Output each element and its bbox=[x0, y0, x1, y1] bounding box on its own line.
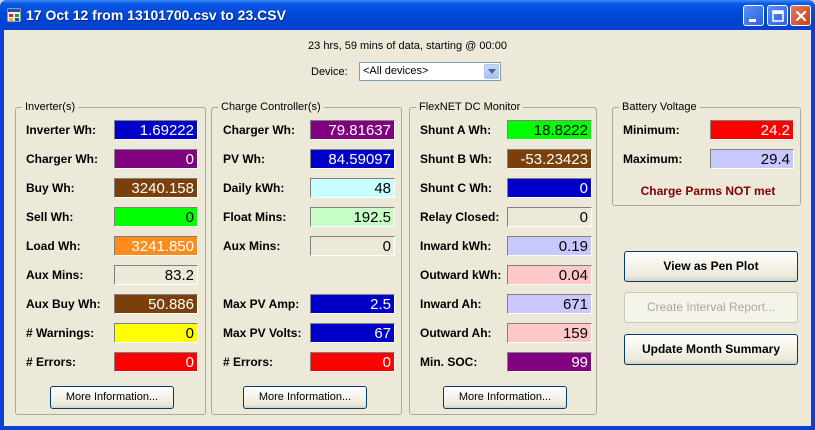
view-pen-plot-button[interactable]: View as Pen Plot bbox=[624, 251, 798, 282]
flexnet-group-title: FlexNET DC Monitor bbox=[416, 101, 524, 113]
flexnet-value-box: -53.23423 bbox=[507, 149, 592, 169]
main-panel: 23 hrs, 59 mins of data, starting @ 00:0… bbox=[4, 30, 811, 426]
flexnet-row-label: Inward kWh: bbox=[420, 239, 492, 253]
flexnet-value-box: 671 bbox=[507, 294, 592, 314]
maximize-icon bbox=[772, 10, 784, 22]
charge-row-label: Daily kWh: bbox=[223, 181, 285, 195]
create-interval-report-button[interactable]: Create Interval Report... bbox=[624, 292, 798, 323]
flexnet-value-box: 18.8222 bbox=[507, 120, 592, 140]
inverter-value-box: 0 bbox=[114, 323, 198, 343]
inverter-row-label: Inverter Wh: bbox=[26, 123, 97, 137]
charge-controller-more-info-button[interactable]: More Information... bbox=[243, 386, 367, 409]
battery-row-label: Maximum: bbox=[623, 152, 683, 166]
flexnet-value-box: 0 bbox=[507, 207, 592, 227]
charge-row-label: Charger Wh: bbox=[223, 123, 295, 137]
inverter-value-box: 3240.158 bbox=[114, 178, 198, 198]
charge-parms-warning: Charge Parms NOT met bbox=[640, 184, 776, 198]
inverter-row-label: Aux Buy Wh: bbox=[26, 297, 101, 311]
battery-value-box: 29.4 bbox=[710, 149, 794, 169]
flexnet-value-box: 159 bbox=[507, 323, 592, 343]
device-label: Device: bbox=[311, 66, 348, 78]
inverter-value-box: 0 bbox=[114, 149, 198, 169]
inverter-row-label: Sell Wh: bbox=[26, 210, 74, 224]
close-icon bbox=[795, 10, 807, 22]
charge-value-box: 48 bbox=[310, 178, 395, 198]
flexnet-row-label: Shunt B Wh: bbox=[420, 152, 492, 166]
charge-value-box: 2.5 bbox=[310, 294, 395, 314]
charge-value-box: 84.59097 bbox=[310, 149, 395, 169]
flexnet-row-label: Inward Ah: bbox=[420, 297, 482, 311]
inverter-row-label: # Errors: bbox=[26, 355, 77, 369]
inverter-row-label: Buy Wh: bbox=[26, 181, 75, 195]
inverter-row-label: Load Wh: bbox=[26, 239, 81, 253]
update-month-summary-button[interactable]: Update Month Summary bbox=[624, 334, 798, 365]
charge-controller-group-title: Charge Controller(s) bbox=[218, 101, 324, 113]
close-button[interactable] bbox=[790, 5, 811, 26]
inverter-row-label: Charger Wh: bbox=[26, 152, 98, 166]
battery-value-box: 24.2 bbox=[710, 120, 794, 140]
inverter-group-title: Inverter(s) bbox=[22, 101, 79, 113]
inverter-value-box: 0 bbox=[114, 207, 198, 227]
charge-value-box: 192.5 bbox=[310, 207, 395, 227]
charge-value-box: 0 bbox=[310, 236, 395, 256]
inverter-value-box: 3241.850 bbox=[114, 236, 198, 256]
charge-value-box: 67 bbox=[310, 323, 395, 343]
charge-row-label: Max PV Volts: bbox=[223, 326, 302, 340]
data-summary-text: 23 hrs, 59 mins of data, starting @ 00:0… bbox=[308, 40, 507, 52]
flexnet-value-box: 99 bbox=[507, 352, 592, 372]
dropdown-arrow-button[interactable] bbox=[484, 64, 499, 79]
flexnet-row-label: Outward Ah: bbox=[420, 326, 492, 340]
charge-row-label: Aux Mins: bbox=[223, 239, 281, 253]
inverter-value-box: 83.2 bbox=[114, 265, 198, 285]
minimize-icon bbox=[749, 19, 756, 22]
minimize-button[interactable] bbox=[743, 5, 764, 26]
inverter-row-label: Aux Mins: bbox=[26, 268, 84, 282]
flexnet-row-label: Shunt C Wh: bbox=[420, 181, 492, 195]
flexnet-row-label: Relay Closed: bbox=[420, 210, 500, 224]
flexnet-value-box: 0.04 bbox=[507, 265, 592, 285]
charge-row-label: # Errors: bbox=[223, 355, 274, 369]
charge-row-label: PV Wh: bbox=[223, 152, 265, 166]
flexnet-row-label: Min. SOC: bbox=[420, 355, 478, 369]
charge-row-label: Float Mins: bbox=[223, 210, 287, 224]
title-bar[interactable]: 17 Oct 12 from 13101700.csv to 23.CSV bbox=[0, 0, 815, 30]
charge-value-box: 79.81637 bbox=[310, 120, 395, 140]
flexnet-row-label: Outward kWh: bbox=[420, 268, 502, 282]
device-dropdown[interactable]: <All devices> bbox=[359, 62, 501, 81]
inverter-value-box: 50.886 bbox=[114, 294, 198, 314]
inverter-row-label: # Warnings: bbox=[26, 326, 95, 340]
flexnet-more-info-button[interactable]: More Information... bbox=[443, 386, 567, 409]
battery-row-label: Minimum: bbox=[623, 123, 680, 137]
flexnet-value-box: 0 bbox=[507, 178, 592, 198]
app-window: 17 Oct 12 from 13101700.csv to 23.CSV 23… bbox=[0, 0, 815, 430]
battery-group-title: Battery Voltage bbox=[619, 101, 700, 113]
charge-value-box: 0 bbox=[310, 352, 395, 372]
window-title: 17 Oct 12 from 13101700.csv to 23.CSV bbox=[26, 7, 286, 23]
device-selected-value: <All devices> bbox=[363, 65, 429, 77]
maximize-button[interactable] bbox=[767, 5, 788, 26]
inverter-value-box: 1.69222 bbox=[114, 120, 198, 140]
inverter-value-box: 0 bbox=[114, 352, 198, 372]
flexnet-value-box: 0.19 bbox=[507, 236, 592, 256]
chevron-down-icon bbox=[488, 69, 496, 74]
flexnet-row-label: Shunt A Wh: bbox=[420, 123, 492, 137]
charge-row-label: Max PV Amp: bbox=[223, 297, 300, 311]
app-icon[interactable] bbox=[6, 7, 22, 23]
inverter-more-info-button[interactable]: More Information... bbox=[50, 386, 174, 409]
